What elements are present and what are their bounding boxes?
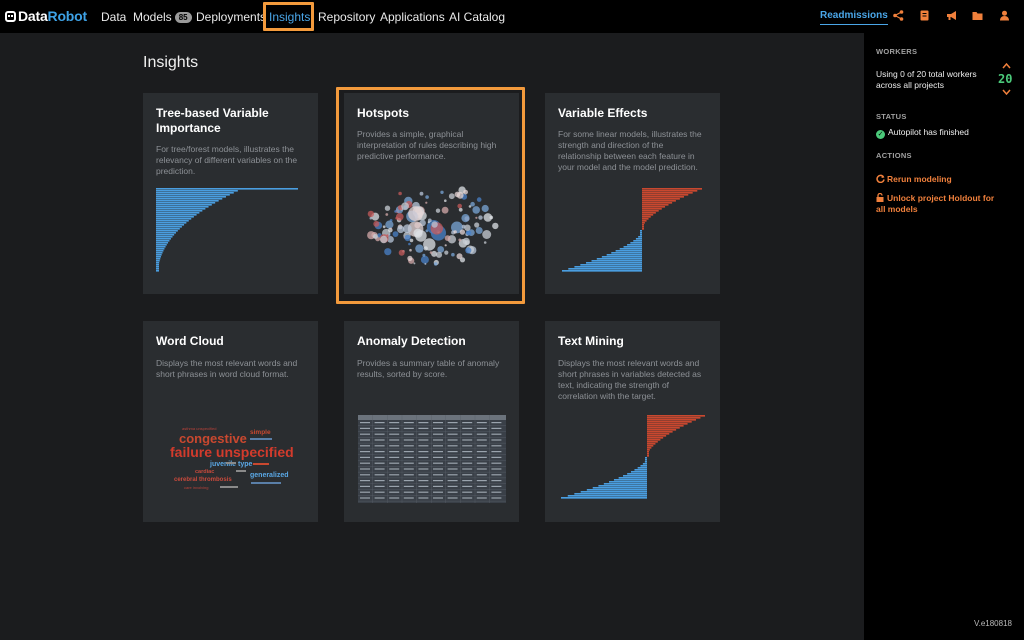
variable-importance-thumbnail — [156, 188, 298, 272]
megaphone-icon[interactable] — [946, 10, 957, 21]
nav-deployments[interactable]: Deployments — [196, 10, 266, 24]
word-cloud-thumbnail: asthma unspecified simple congestive fai… — [170, 426, 294, 490]
version-label: V.e180818 — [974, 619, 1012, 628]
card-title: Word Cloud — [156, 334, 224, 348]
status-heading: STATUS — [876, 112, 907, 121]
models-count-badge: 85 — [174, 12, 192, 23]
wordcloud-word: cardiac — [195, 469, 214, 475]
card-hotspots[interactable]: Hotspots Provides a simple, graphical in… — [344, 93, 519, 294]
card-word-cloud[interactable]: Word Cloud Displays the most relevant wo… — [143, 321, 318, 522]
wordcloud-word: simple — [250, 429, 271, 436]
card-description: Displays the most relevant words and sho… — [558, 358, 702, 401]
decrease-workers-icon[interactable] — [1002, 88, 1011, 97]
page-title: Insights — [143, 54, 199, 71]
nav-data[interactable]: Data — [101, 10, 126, 24]
top-navigation: Data Robot Data Models 85 Deployments Insi… — [0, 0, 1024, 33]
datarobot-logo[interactable]: Data Robot — [5, 8, 87, 24]
unlock-icon — [876, 192, 884, 202]
card-title: Hotspots — [357, 106, 409, 120]
variable-effects-thumbnail — [562, 188, 702, 272]
unlock-holdout-action[interactable]: Unlock project Holdout for all models — [876, 192, 1001, 215]
wordcloud-word: generalized — [250, 472, 289, 479]
document-icon[interactable] — [919, 10, 930, 21]
worker-count: 20 — [998, 72, 1013, 86]
folder-icon[interactable] — [972, 10, 983, 21]
right-sidebar: WORKERS Using 0 of 20 total workers acro… — [864, 33, 1024, 640]
card-title: Anomaly Detection — [357, 334, 466, 348]
actions-heading: ACTIONS — [876, 151, 912, 160]
card-title: Variable Effects — [558, 106, 648, 120]
card-anomaly-detection[interactable]: Anomaly Detection Provides a summary tab… — [344, 321, 519, 522]
status-text: ✓ Autopilot has finished — [876, 127, 969, 139]
card-description: Provides a simple, graphical interpretat… — [357, 129, 497, 161]
text-mining-thumbnail — [561, 415, 705, 499]
wordcloud-word: failure unspecified — [170, 444, 294, 460]
workers-usage-text: Using 0 of 20 total workers across all p… — [876, 69, 977, 90]
wordcloud-word: care involving — [184, 485, 208, 490]
card-description: Displays the most relevant words and sho… — [156, 358, 298, 379]
project-name-link[interactable]: Readmissions — [820, 10, 888, 25]
share-icon[interactable] — [893, 10, 904, 21]
card-title: Text Mining — [558, 334, 624, 348]
card-description: For some linear models, illustrates the … — [558, 129, 702, 172]
check-circle-icon: ✓ — [876, 130, 885, 139]
rerun-modeling-action[interactable]: Rerun modeling — [876, 174, 952, 185]
wordcloud-word: cerebral thrombosis — [174, 477, 232, 483]
nav-models[interactable]: Models 85 — [133, 10, 192, 24]
card-description: Provides a summary table of anomaly resu… — [357, 358, 500, 379]
refresh-icon — [876, 174, 885, 184]
hotspots-thumbnail — [367, 186, 499, 266]
card-tree-variable-importance[interactable]: Tree-based Variable Importance For tree/… — [143, 93, 318, 294]
anomaly-table-thumbnail — [358, 415, 506, 503]
card-title: Tree-based Variable Importance — [156, 106, 269, 135]
workers-heading: WORKERS — [876, 47, 918, 56]
nav-insights-highlight — [263, 2, 314, 31]
nav-ai-catalog[interactable]: AI Catalog — [449, 10, 505, 24]
card-description: For tree/forest models, illustrates the … — [156, 144, 298, 176]
card-text-mining[interactable]: Text Mining Displays the most relevant w… — [545, 321, 720, 522]
card-variable-effects[interactable]: Variable Effects For some linear models,… — [545, 93, 720, 294]
user-icon[interactable] — [999, 10, 1010, 21]
nav-applications[interactable]: Applications — [380, 10, 445, 24]
robot-logo-icon — [5, 10, 16, 22]
increase-workers-icon[interactable] — [1002, 62, 1011, 71]
nav-repository[interactable]: Repository — [318, 10, 375, 24]
